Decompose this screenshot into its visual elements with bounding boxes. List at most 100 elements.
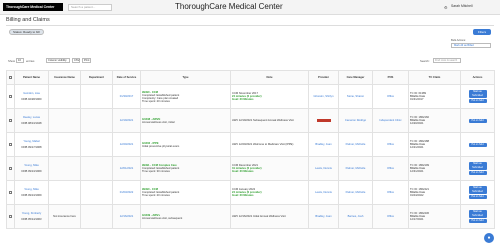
care-manager-link[interactable]: Palmer, Michelle [346,143,366,146]
pos-link[interactable]: Independent Clinic [379,119,401,122]
date-link[interactable]: 12/19/2021 [120,119,133,122]
note-line: Goal: 20 Minutes [232,98,254,101]
table-row[interactable]: Guindon, Lisa DOB 02/28/1960 01/30/2017 … [6,84,495,109]
date-link[interactable]: 12/01/2021 [120,167,133,170]
date-link[interactable]: 01/30/2017 [120,95,133,98]
chat-icon[interactable]: ● [484,233,494,243]
claim-line: 12/31/2021 [410,170,424,173]
bell-icon[interactable]: ⚙ [444,5,449,10]
user-menu[interactable]: Sarah Mitchell [451,4,472,8]
print-button[interactable]: Print [82,58,91,63]
provider-cell: Ghoreim, Shirlyn [308,84,339,109]
provider-link[interactable]: Bradley, Joan [315,143,331,146]
department-cell [80,204,113,229]
claim-cell: TC ID: 1862436 Billable Date 12/17/2021 [408,204,461,229]
divider [6,25,494,26]
patient-link[interactable]: Young, Mike [16,188,47,191]
pos-link[interactable]: Office [387,143,394,146]
row-action-button[interactable]: Put on hold [468,118,487,123]
care-manager-link[interactable]: Stone, Sharon [347,95,364,98]
column-header[interactable]: Provider [308,70,339,85]
patient-link[interactable]: Young, Kimberly [16,212,47,215]
actions-cell: Mark as Submitted Put on hold [460,156,495,181]
column-header[interactable]: TC Claim [408,70,461,85]
row-action-button[interactable]: Put on hold [468,219,487,223]
row-select[interactable] [6,180,15,205]
select-all-header[interactable] [6,70,15,85]
provider-cell: Lewis, Dennis [308,156,339,181]
brand-logo[interactable]: ThoroughCare Medical Center [3,3,63,11]
row-checkbox[interactable] [9,166,12,170]
column-header[interactable]: Note [230,70,309,85]
note-cell: AWV 12/16/2021 Initial Annual Wellness V… [230,204,309,229]
row-action-button[interactable]: Mark as Submitted [468,90,487,98]
bulk-actions-select[interactable]: Mark All as Billed [451,43,491,48]
row-select[interactable] [6,108,15,133]
select-all-checkbox[interactable] [9,75,12,79]
provider-link[interactable]: Lewis, Dennis [315,191,332,194]
column-visibility-button[interactable]: Column visibility [46,58,70,63]
csv-button[interactable]: CSV [72,58,80,63]
provider-link[interactable]: Bradley, Joan [315,215,331,218]
type-detail: Time spent: 30 minutes [142,170,170,173]
provider-link[interactable]: Lewis, Dennis [315,167,332,170]
patient-link[interactable]: Deeley, Lucas [16,116,47,119]
pos-link[interactable]: Office [387,191,394,194]
row-select[interactable] [6,132,15,157]
entries-label: entries [26,59,35,63]
row-checkbox[interactable] [9,142,12,146]
type-cell: G0402 - IPPE Initial preventive physical … [140,132,231,157]
row-action-button[interactable]: Put on hold [468,142,487,147]
row-select[interactable] [6,204,15,229]
row-action-button[interactable]: Put on hold [468,99,487,103]
date-link[interactable]: 12/20/2021 [120,143,133,146]
column-header[interactable]: Date of Service [112,70,141,85]
care-manager-link[interactable]: Palmer, Michelle [346,167,366,170]
department-cell [80,132,113,157]
row-select[interactable] [6,84,15,109]
manager-cell: Palmer, Michelle [338,132,373,157]
pos-link[interactable]: Office [387,215,394,218]
column-header[interactable]: Type [140,70,231,85]
care-manager-link[interactable]: Palmer, Michelle [346,191,366,194]
row-checkbox[interactable] [9,190,12,194]
row-action-button[interactable]: Mark as Submitted [468,210,487,218]
column-header[interactable]: Patient Name [14,70,49,85]
row-checkbox[interactable] [9,214,12,218]
patient-search-input[interactable]: Search a patient... [68,4,112,11]
note-line: AWV 12/16/2021 Initial Annual Wellness V… [232,215,286,218]
entries-select[interactable]: 10 [16,58,24,63]
row-action-button[interactable]: Put on hold [468,195,487,199]
column-header[interactable]: Department [80,70,113,85]
row-checkbox[interactable] [9,94,12,98]
table-row[interactable]: Young, Mabel DOB 09/17/1968 12/20/2021 G… [6,132,495,157]
table-row[interactable]: Young, Mike DOB 09/13/1969 01/03/2022 99… [6,180,495,205]
pos-cell: Office [372,180,409,205]
actions-cell: Mark as Submitted Put on hold [460,204,495,229]
column-header[interactable]: Care Manager [338,70,373,85]
row-action-button[interactable]: Mark as Submitted [468,186,487,194]
table-row[interactable]: Young, Mike DOB 09/13/1969 12/01/2021 99… [6,156,495,181]
row-select[interactable] [6,156,15,181]
department-cell [80,180,113,205]
patient-link[interactable]: Young, Mike [16,164,47,167]
care-manager-link[interactable]: Barnes, Josh [348,215,364,218]
row-checkbox[interactable] [9,118,12,122]
patient-link[interactable]: Guindon, Lisa [16,92,47,95]
date-link[interactable]: 01/03/2022 [120,191,133,194]
provider-link[interactable]: Ghoreim, Shirlyn [313,95,333,98]
row-action-button[interactable]: Put on hold [468,171,487,175]
patient-link[interactable]: Young, Mabel [16,140,47,143]
column-header[interactable]: POS [372,70,409,85]
table-row[interactable]: Deeley, Lucas DOB 08/13/1948 12/19/2021 … [6,108,495,133]
status-filter-tag[interactable]: Status: Ready to bill [9,29,44,35]
column-header[interactable]: Insurance Name [48,70,81,85]
filters-button[interactable]: Filters [473,29,491,35]
date-link[interactable]: 12/16/2021 [120,215,133,218]
pos-link[interactable]: Office [387,167,394,170]
care-manager-link[interactable]: Cameron Rodrigo [345,119,366,122]
pos-link[interactable]: Office [387,95,394,98]
table-search-input[interactable]: Find rows & search [433,58,461,63]
row-action-button[interactable]: Mark as Submitted [468,162,487,170]
table-row[interactable]: Young, Kimberly DOB 05/14/1963 Not insur… [6,204,495,229]
